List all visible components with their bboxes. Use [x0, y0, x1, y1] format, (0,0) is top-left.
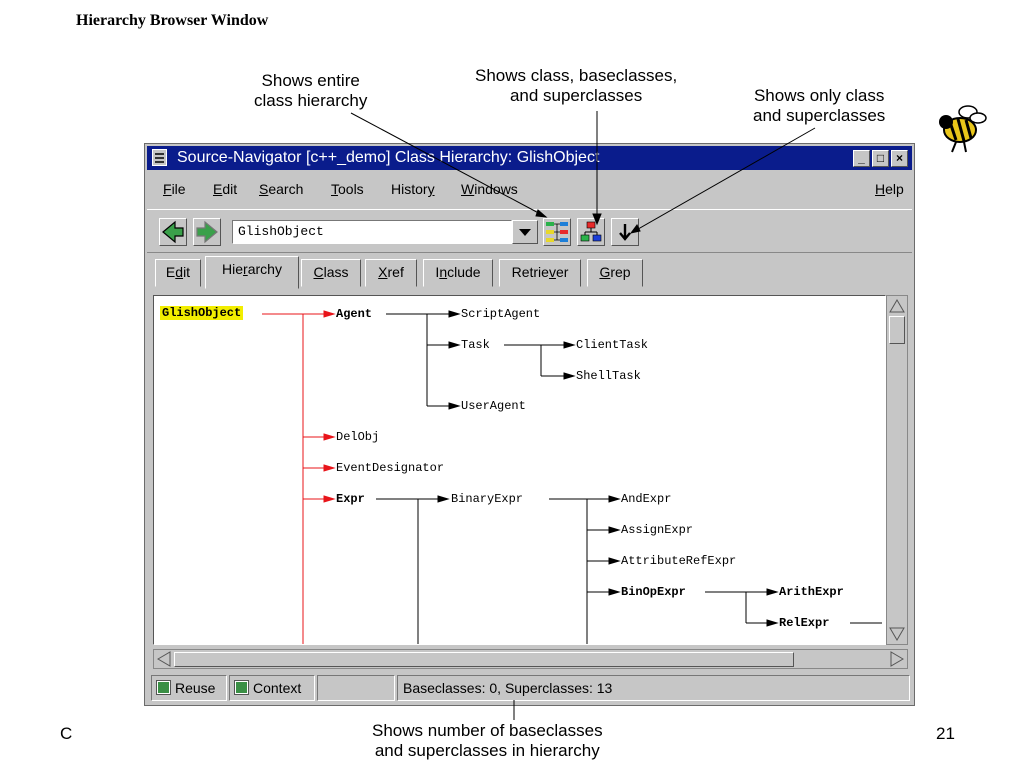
tab-hierarchy[interactable]: Hierarchy	[205, 256, 299, 289]
callout-pointers	[350, 111, 816, 720]
